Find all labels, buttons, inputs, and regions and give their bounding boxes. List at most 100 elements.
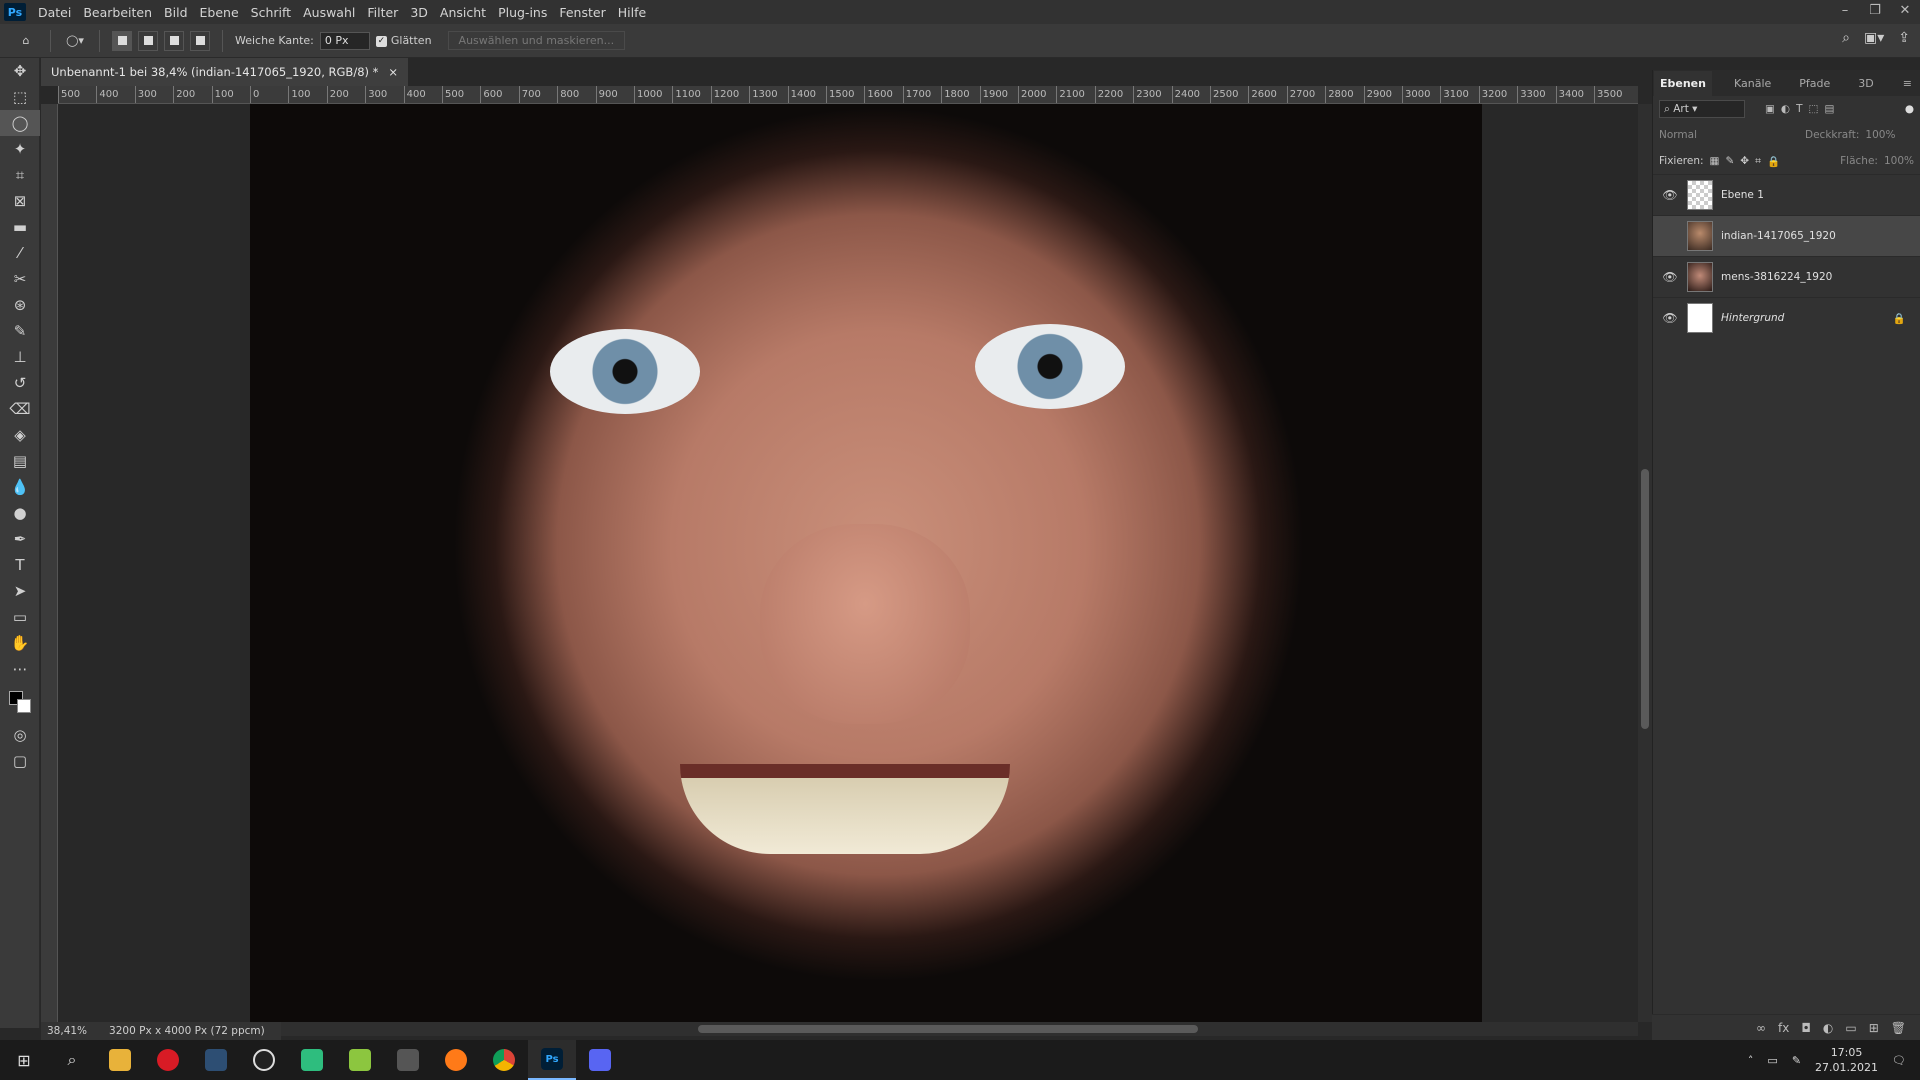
minimize-button[interactable]: –	[1830, 0, 1860, 24]
zoom-level[interactable]: 38,41%	[47, 1025, 87, 1037]
menu-schrift[interactable]: Schrift	[245, 5, 297, 20]
new-layer-icon[interactable]: ⊞	[1869, 1021, 1879, 1035]
blur-tool-icon[interactable]: 💧	[0, 474, 40, 500]
network-icon[interactable]: ▭	[1767, 1054, 1777, 1067]
lock-artboard-icon[interactable]: ⌗	[1755, 155, 1761, 168]
app-icon[interactable]	[192, 1040, 240, 1080]
clock[interactable]: 17:05 27.01.2021	[1815, 1045, 1878, 1075]
windows-start-icon[interactable]: ⊞	[0, 1040, 48, 1080]
menu-datei[interactable]: Datei	[32, 5, 77, 20]
chrome-icon[interactable]	[480, 1040, 528, 1080]
eraser-tool-icon[interactable]: ⌫	[0, 396, 40, 422]
hand-tool-icon[interactable]: ✋	[0, 630, 40, 656]
menu-fenster[interactable]: Fenster	[553, 5, 611, 20]
feather-input[interactable]: 0 Px	[319, 31, 370, 50]
trash-icon[interactable]: 🗑	[1891, 1021, 1906, 1035]
canvas-image[interactable]	[250, 104, 1482, 1022]
color-swatches[interactable]	[0, 682, 40, 722]
layer-row[interactable]: 👁 Ebene 1	[1653, 174, 1920, 215]
tab-ebenen[interactable]: Ebenen	[1654, 70, 1712, 96]
search-icon[interactable]: ⌕	[48, 1040, 96, 1080]
more-tools-icon[interactable]: ⋯	[0, 656, 40, 682]
magic-wand-tool-icon[interactable]: ✦	[0, 136, 40, 162]
home-icon[interactable]: ⌂	[14, 30, 38, 52]
app-icon[interactable]	[384, 1040, 432, 1080]
move-tool-icon[interactable]: ✥	[0, 58, 40, 84]
tab-kanaele[interactable]: Kanäle	[1728, 71, 1777, 96]
menu-ansicht[interactable]: Ansicht	[434, 5, 492, 20]
frame-tool-icon[interactable]: ⊠	[0, 188, 40, 214]
chevron-up-icon[interactable]: ˄	[1748, 1054, 1754, 1067]
close-button[interactable]: ✕	[1890, 0, 1920, 24]
stamp-tool-icon[interactable]: ⊥	[0, 344, 40, 370]
visibility-eye-icon[interactable]: 👁	[1661, 188, 1679, 202]
fx-icon[interactable]: fx	[1778, 1021, 1789, 1035]
filter-toggle-icon[interactable]: ●	[1905, 103, 1914, 115]
canvas-area[interactable]	[58, 104, 1638, 1022]
layer-row[interactable]: indian-1417065_1920	[1653, 215, 1920, 256]
patch-tool-icon[interactable]: ⊛	[0, 292, 40, 318]
antialias-checkbox[interactable]: ✓ Glätten	[375, 34, 432, 47]
subtract-selection-icon[interactable]	[164, 30, 184, 51]
new-group-icon[interactable]: ▭	[1845, 1021, 1856, 1035]
healing-tool-icon[interactable]: ✂	[0, 266, 40, 292]
blend-mode-select[interactable]: Normal	[1659, 129, 1799, 141]
horizontal-scrollbar[interactable]	[58, 1022, 1638, 1036]
intersect-selection-icon[interactable]	[190, 30, 210, 51]
menu-filter[interactable]: Filter	[361, 5, 404, 20]
file-explorer-icon[interactable]	[96, 1040, 144, 1080]
visibility-eye-icon[interactable]: 👁	[1661, 311, 1679, 325]
app-icon[interactable]	[336, 1040, 384, 1080]
filter-type-icon[interactable]: T	[1796, 103, 1802, 115]
pen-tool-icon[interactable]: ✒	[0, 526, 40, 552]
workspace-icon[interactable]: ▣▾	[1864, 30, 1884, 46]
menu-ebene[interactable]: Ebene	[194, 5, 245, 20]
eyedropper-tool-icon[interactable]: ⁄	[0, 240, 40, 266]
menu-hilfe[interactable]: Hilfe	[612, 5, 652, 20]
menu-bild[interactable]: Bild	[158, 5, 193, 20]
lock-icon[interactable]: 🔒	[1893, 312, 1906, 325]
menu-auswahl[interactable]: Auswahl	[297, 5, 361, 20]
background-color[interactable]	[17, 699, 31, 713]
new-selection-icon[interactable]	[112, 30, 132, 51]
filter-smart-icon[interactable]: ▤	[1824, 103, 1834, 115]
tab-3d[interactable]: 3D	[1852, 71, 1879, 96]
adjustment-layer-icon[interactable]: ◐	[1823, 1021, 1833, 1035]
filter-adjust-icon[interactable]: ◐	[1781, 103, 1790, 115]
menu-plugins[interactable]: Plug-ins	[492, 5, 553, 20]
tab-pfade[interactable]: Pfade	[1793, 71, 1836, 96]
vertical-scrollbar[interactable]	[1638, 104, 1652, 1022]
menu-bearbeiten[interactable]: Bearbeiten	[77, 5, 158, 20]
ruler-tool-icon[interactable]: ▬	[0, 214, 40, 240]
lasso-tool-icon[interactable]: ◯	[0, 110, 40, 136]
document-tab[interactable]: Unbenannt-1 bei 38,4% (indian-1417065_19…	[41, 58, 409, 86]
path-select-icon[interactable]: ➤	[0, 578, 40, 604]
lock-all-icon[interactable]: 🔒	[1767, 155, 1780, 168]
quick-mask-icon[interactable]: ◎	[0, 722, 40, 748]
visibility-eye-icon[interactable]: 👁	[1661, 270, 1679, 284]
screen-mode-icon[interactable]: ▢	[0, 748, 40, 774]
lock-position-icon[interactable]: ✥	[1740, 155, 1749, 167]
shape-tool-icon[interactable]: ▭	[0, 604, 40, 630]
horizontal-scroll-thumb[interactable]	[698, 1025, 1198, 1033]
gradient-tool-icon[interactable]: ▤	[0, 448, 40, 474]
add-mask-icon[interactable]: ◘	[1801, 1021, 1811, 1035]
lock-image-icon[interactable]: ✎	[1725, 155, 1734, 167]
brush-tool-icon[interactable]: ✎	[0, 318, 40, 344]
filter-pixel-icon[interactable]: ▣	[1765, 103, 1775, 115]
menu-3d[interactable]: 3D	[404, 5, 434, 20]
type-tool-icon[interactable]: T	[0, 552, 40, 578]
fill-value[interactable]: 100%	[1884, 155, 1914, 167]
lasso-preset-icon[interactable]: ◯▾	[63, 30, 87, 52]
link-layers-icon[interactable]: ∞	[1756, 1021, 1766, 1035]
crop-tool-icon[interactable]: ⌗	[0, 162, 40, 188]
restore-button[interactable]: ❐	[1860, 0, 1890, 24]
obs-icon[interactable]	[240, 1040, 288, 1080]
lock-transparent-icon[interactable]: ▦	[1710, 155, 1720, 167]
layer-row[interactable]: 👁 mens-3816224_1920	[1653, 256, 1920, 297]
paint-bucket-icon[interactable]: ◈	[0, 422, 40, 448]
opacity-value[interactable]: 100%	[1865, 129, 1895, 141]
share-icon[interactable]: ⇪	[1898, 30, 1910, 46]
marquee-tool-icon[interactable]: ⬚	[0, 84, 40, 110]
layer-row[interactable]: 👁 Hintergrund 🔒	[1653, 297, 1920, 338]
